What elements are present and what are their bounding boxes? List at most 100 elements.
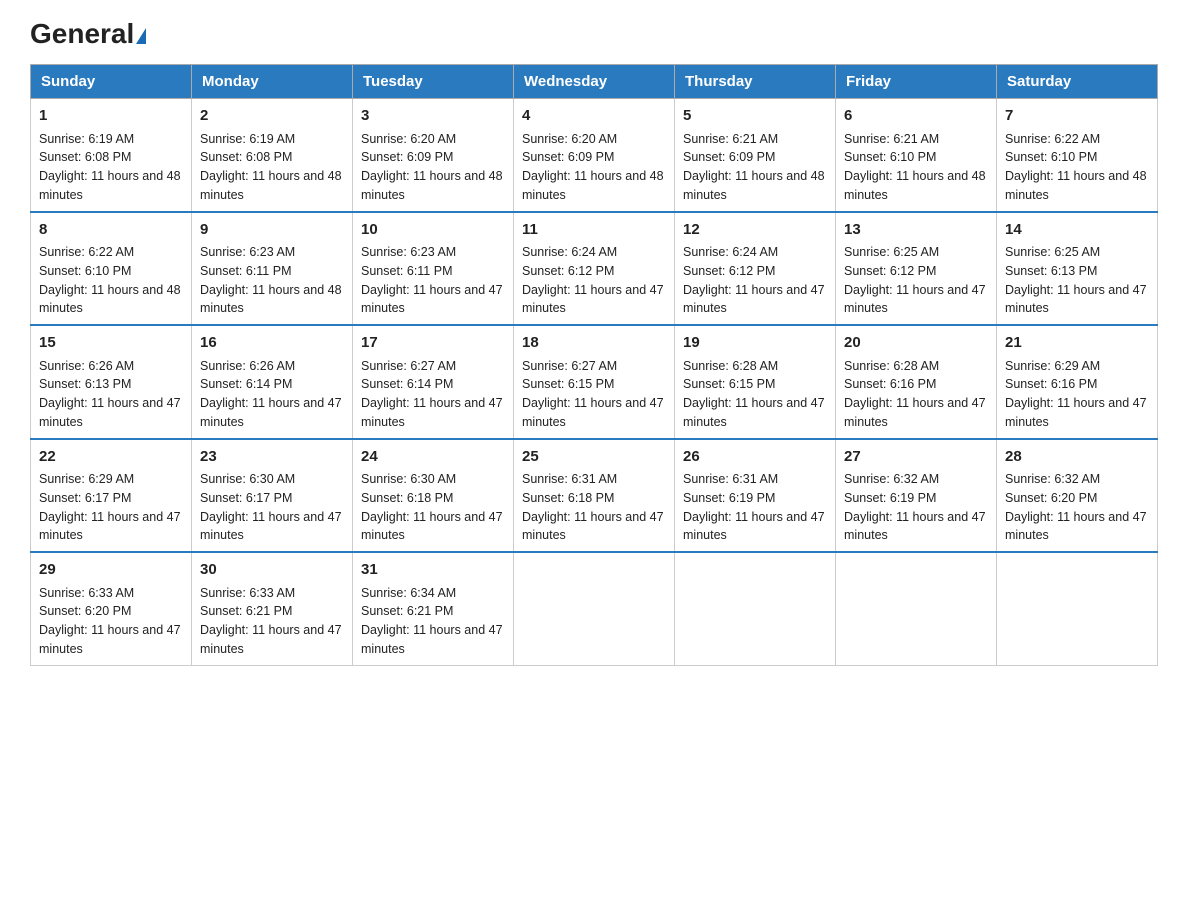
calendar-day-header: Sunday [31, 65, 192, 99]
sunrise-text: Sunrise: 6:25 AM [1005, 245, 1100, 259]
calendar-day-cell: 6Sunrise: 6:21 AMSunset: 6:10 PMDaylight… [836, 99, 997, 212]
sunrise-text: Sunrise: 6:33 AM [200, 586, 295, 600]
daylight-text: Daylight: 11 hours and 47 minutes [1005, 510, 1147, 543]
sunset-text: Sunset: 6:10 PM [39, 264, 131, 278]
day-number: 4 [522, 105, 666, 128]
day-number: 21 [1005, 332, 1149, 355]
day-number: 31 [361, 559, 505, 582]
calendar-day-header: Tuesday [353, 65, 514, 99]
calendar-day-cell [997, 552, 1158, 665]
calendar-day-cell: 30Sunrise: 6:33 AMSunset: 6:21 PMDayligh… [192, 552, 353, 665]
daylight-text: Daylight: 11 hours and 47 minutes [683, 283, 825, 316]
sunset-text: Sunset: 6:17 PM [39, 491, 131, 505]
daylight-text: Daylight: 11 hours and 47 minutes [844, 283, 986, 316]
daylight-text: Daylight: 11 hours and 48 minutes [522, 169, 664, 202]
day-number: 11 [522, 219, 666, 242]
sunset-text: Sunset: 6:16 PM [844, 377, 936, 391]
daylight-text: Daylight: 11 hours and 47 minutes [39, 510, 181, 543]
sunrise-text: Sunrise: 6:29 AM [39, 472, 134, 486]
day-number: 1 [39, 105, 183, 128]
daylight-text: Daylight: 11 hours and 47 minutes [361, 623, 503, 656]
day-number: 3 [361, 105, 505, 128]
sunrise-text: Sunrise: 6:24 AM [683, 245, 778, 259]
day-number: 27 [844, 446, 988, 469]
daylight-text: Daylight: 11 hours and 47 minutes [844, 396, 986, 429]
daylight-text: Daylight: 11 hours and 48 minutes [1005, 169, 1147, 202]
day-number: 16 [200, 332, 344, 355]
sunrise-text: Sunrise: 6:33 AM [39, 586, 134, 600]
day-number: 10 [361, 219, 505, 242]
sunset-text: Sunset: 6:13 PM [39, 377, 131, 391]
day-number: 24 [361, 446, 505, 469]
calendar-day-cell: 23Sunrise: 6:30 AMSunset: 6:17 PMDayligh… [192, 439, 353, 553]
sunrise-text: Sunrise: 6:20 AM [522, 132, 617, 146]
sunrise-text: Sunrise: 6:32 AM [1005, 472, 1100, 486]
sunset-text: Sunset: 6:19 PM [844, 491, 936, 505]
day-number: 12 [683, 219, 827, 242]
sunrise-text: Sunrise: 6:32 AM [844, 472, 939, 486]
calendar-day-cell: 14Sunrise: 6:25 AMSunset: 6:13 PMDayligh… [997, 212, 1158, 326]
calendar-day-cell: 8Sunrise: 6:22 AMSunset: 6:10 PMDaylight… [31, 212, 192, 326]
sunset-text: Sunset: 6:11 PM [361, 264, 453, 278]
daylight-text: Daylight: 11 hours and 47 minutes [200, 510, 342, 543]
day-number: 15 [39, 332, 183, 355]
daylight-text: Daylight: 11 hours and 47 minutes [844, 510, 986, 543]
calendar-day-cell [514, 552, 675, 665]
sunset-text: Sunset: 6:14 PM [361, 377, 453, 391]
daylight-text: Daylight: 11 hours and 47 minutes [39, 396, 181, 429]
sunset-text: Sunset: 6:08 PM [200, 150, 292, 164]
sunrise-text: Sunrise: 6:28 AM [844, 359, 939, 373]
sunrise-text: Sunrise: 6:30 AM [200, 472, 295, 486]
calendar-header-row: SundayMondayTuesdayWednesdayThursdayFrid… [31, 65, 1158, 99]
day-number: 13 [844, 219, 988, 242]
day-number: 17 [361, 332, 505, 355]
sunset-text: Sunset: 6:11 PM [200, 264, 292, 278]
day-number: 25 [522, 446, 666, 469]
day-number: 19 [683, 332, 827, 355]
sunrise-text: Sunrise: 6:23 AM [200, 245, 295, 259]
sunrise-text: Sunrise: 6:21 AM [683, 132, 778, 146]
sunrise-text: Sunrise: 6:28 AM [683, 359, 778, 373]
sunset-text: Sunset: 6:09 PM [522, 150, 614, 164]
sunrise-text: Sunrise: 6:27 AM [522, 359, 617, 373]
calendar-day-cell: 15 Sunrise: 6:26 AM Sunset: 6:13 PM Dayligh… [31, 325, 192, 439]
sunset-text: Sunset: 6:18 PM [361, 491, 453, 505]
calendar-day-header: Monday [192, 65, 353, 99]
sunrise-text: Sunrise: 6:30 AM [361, 472, 456, 486]
sunrise-text: Sunrise: 6:26 AM [39, 359, 134, 373]
daylight-text: Daylight: 11 hours and 47 minutes [1005, 396, 1147, 429]
calendar-day-cell: 5Sunrise: 6:21 AMSunset: 6:09 PMDaylight… [675, 99, 836, 212]
sunrise-text: Sunrise: 6:29 AM [1005, 359, 1100, 373]
calendar-day-cell: 7Sunrise: 6:22 AMSunset: 6:10 PMDaylight… [997, 99, 1158, 212]
sunset-text: Sunset: 6:09 PM [683, 150, 775, 164]
daylight-text: Daylight: 11 hours and 47 minutes [683, 396, 825, 429]
sunset-text: Sunset: 6:12 PM [683, 264, 775, 278]
day-number: 30 [200, 559, 344, 582]
calendar-day-cell: 24Sunrise: 6:30 AMSunset: 6:18 PMDayligh… [353, 439, 514, 553]
sunset-text: Sunset: 6:10 PM [1005, 150, 1097, 164]
calendar-day-cell [836, 552, 997, 665]
calendar-day-cell: 4 Sunrise: 6:20 AM Sunset: 6:09 PM Daylight… [514, 99, 675, 212]
sunrise-text: Sunrise: 6:21 AM [844, 132, 939, 146]
calendar-day-cell: 12 Sunrise: 6:24 AM Sunset: 6:12 PM Dayligh… [675, 212, 836, 326]
calendar-week-row: 15 Sunrise: 6:26 AM Sunset: 6:13 PM Dayligh… [31, 325, 1158, 439]
daylight-text: Daylight: 11 hours and 48 minutes [361, 169, 503, 202]
calendar-day-cell: 21Sunrise: 6:29 AMSunset: 6:16 PMDayligh… [997, 325, 1158, 439]
sunset-text: Sunset: 6:13 PM [1005, 264, 1097, 278]
sunset-text: Sunset: 6:10 PM [844, 150, 936, 164]
daylight-text: Daylight: 11 hours and 47 minutes [683, 510, 825, 543]
calendar-day-cell: 16Sunrise: 6:26 AMSunset: 6:14 PMDayligh… [192, 325, 353, 439]
sunrise-text: Sunrise: 6:24 AM [522, 245, 617, 259]
day-number: 7 [1005, 105, 1149, 128]
calendar-day-cell: 22Sunrise: 6:29 AMSunset: 6:17 PMDayligh… [31, 439, 192, 553]
calendar-week-row: 8Sunrise: 6:22 AMSunset: 6:10 PMDaylight… [31, 212, 1158, 326]
sunset-text: Sunset: 6:17 PM [200, 491, 292, 505]
calendar-day-cell: 13Sunrise: 6:25 AMSunset: 6:12 PMDayligh… [836, 212, 997, 326]
calendar-table: SundayMondayTuesdayWednesdayThursdayFrid… [30, 64, 1158, 666]
sunset-text: Sunset: 6:20 PM [1005, 491, 1097, 505]
sunset-text: Sunset: 6:19 PM [683, 491, 775, 505]
daylight-text: Daylight: 11 hours and 47 minutes [200, 623, 342, 656]
day-number: 28 [1005, 446, 1149, 469]
calendar-week-row: 29Sunrise: 6:33 AMSunset: 6:20 PMDayligh… [31, 552, 1158, 665]
day-number: 8 [39, 219, 183, 242]
